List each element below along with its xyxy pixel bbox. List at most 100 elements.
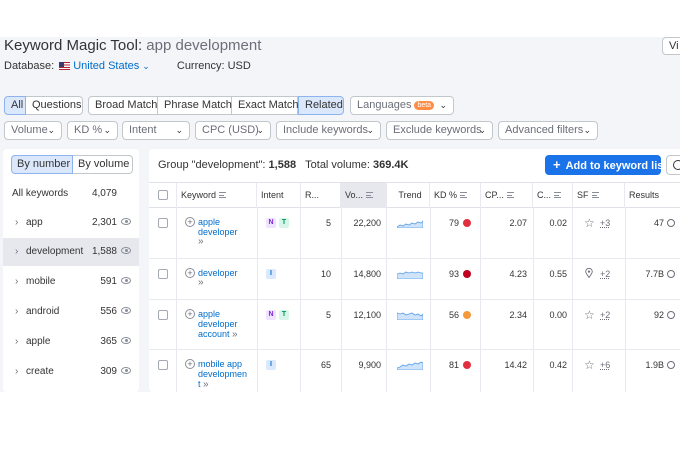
select-all-checkbox[interactable]: [158, 190, 168, 200]
tab-exact-match[interactable]: Exact Match: [232, 96, 299, 115]
com-cell: [533, 350, 573, 392]
col-results[interactable]: Results: [625, 183, 680, 208]
intent-filter[interactable]: Intent ⌄: [122, 121, 190, 140]
col-results-label: Results: [629, 190, 660, 200]
eye-icon[interactable]: [121, 367, 131, 374]
keyword-link[interactable]: + mobile app developmen t »: [185, 359, 255, 390]
tab-questions[interactable]: Questions: [26, 96, 83, 115]
col-c-label: C...: [537, 190, 552, 200]
competition-value: 0.42: [549, 360, 567, 370]
star-icon[interactable]: ☆: [584, 358, 595, 372]
kd-number: 56: [448, 310, 459, 320]
keyword-link[interactable]: + developer »: [185, 268, 255, 288]
double-chevron-icon[interactable]: »: [198, 237, 255, 247]
chevron-down-icon: ⌄: [175, 125, 183, 135]
sf-count[interactable]: +2: [600, 269, 610, 279]
eye-icon[interactable]: [121, 218, 131, 225]
sf-count[interactable]: +6: [600, 360, 610, 370]
view-button[interactable]: Vi: [662, 37, 680, 55]
all-keywords-row[interactable]: All keywords 4,079: [3, 184, 139, 204]
star-icon[interactable]: ☆: [584, 216, 595, 230]
col-sf[interactable]: SF: [573, 183, 625, 208]
group-count: 309: [100, 366, 117, 377]
sf-count[interactable]: +2: [600, 310, 610, 320]
search-icon[interactable]: [667, 361, 675, 369]
results-value: 7.7B: [625, 269, 675, 279]
add-circle-icon[interactable]: +: [185, 217, 195, 227]
col-keyword[interactable]: Keyword: [177, 183, 257, 208]
tab-broad-match[interactable]: Broad Match: [88, 96, 158, 115]
add-button-label: Add to keyword list: [565, 160, 668, 172]
group-item[interactable]: › apple 365: [3, 328, 139, 356]
eye-icon[interactable]: [121, 337, 131, 344]
group-label: app: [26, 217, 43, 228]
group-item[interactable]: › android 556: [3, 298, 139, 326]
competition-value: 0.55: [549, 269, 567, 279]
chevron-down-icon[interactable]: ⌄: [142, 61, 150, 71]
add-to-keyword-list-button[interactable]: + Add to keyword list: [545, 155, 667, 175]
intent-badge: I: [266, 360, 276, 370]
refresh-button[interactable]: [666, 155, 680, 175]
col-kd[interactable]: KD %: [430, 183, 481, 208]
results-number: 1.9B: [645, 360, 664, 370]
group-item[interactable]: › mobile 591: [3, 268, 139, 296]
double-chevron-icon[interactable]: »: [203, 379, 209, 390]
tab-phrase-match[interactable]: Phrase Match: [158, 96, 232, 115]
chevron-right-icon[interactable]: ›: [15, 306, 18, 317]
cell-divider: [625, 259, 626, 299]
table-row: + mobile app developmen t » I 65 9,900 8…: [149, 350, 680, 392]
add-circle-icon[interactable]: +: [185, 359, 195, 369]
col-intent-label: Intent: [261, 190, 284, 200]
results-value: 1.9B: [625, 360, 675, 370]
seed-keyword: app development: [146, 37, 262, 54]
volume-filter[interactable]: Volume ⌄: [4, 121, 62, 140]
tab-all[interactable]: All: [4, 96, 26, 115]
tab-by-number[interactable]: By number: [11, 155, 73, 174]
cell-divider: [625, 208, 626, 258]
kd-dot: [463, 311, 471, 319]
database-selector[interactable]: United States: [73, 60, 139, 72]
col-volume[interactable]: Vo...: [341, 183, 387, 208]
exclude-keywords-filter[interactable]: Exclude keywords ⌄: [386, 121, 493, 140]
languages-label: Languages: [357, 99, 412, 111]
group-item-selected[interactable]: › development 1,588: [3, 238, 139, 266]
tab-related[interactable]: Related: [298, 96, 344, 115]
kd-dot: [463, 361, 471, 369]
languages-dropdown[interactable]: Languages beta ⌄: [350, 96, 454, 115]
keyword-link[interactable]: + apple developer »: [185, 217, 255, 247]
col-intent[interactable]: Intent: [257, 183, 301, 208]
competition-value: 0.00: [549, 310, 567, 320]
eye-icon[interactable]: [121, 307, 131, 314]
cpc-filter[interactable]: CPC (USD) ⌄: [195, 121, 271, 140]
double-chevron-icon[interactable]: »: [198, 278, 255, 288]
add-circle-icon[interactable]: +: [185, 268, 195, 278]
keyword-text: mobile app: [198, 359, 243, 369]
competition-value: 0.02: [549, 218, 567, 228]
col-trend[interactable]: Trend: [387, 183, 430, 208]
star-icon[interactable]: ☆: [584, 308, 595, 322]
search-icon[interactable]: [667, 311, 675, 319]
col-competition[interactable]: C...: [533, 183, 573, 208]
tab-by-volume[interactable]: By volume: [73, 155, 133, 174]
chevron-right-icon[interactable]: ›: [15, 246, 18, 257]
chevron-right-icon[interactable]: ›: [15, 366, 18, 377]
col-cpc[interactable]: CP...: [481, 183, 533, 208]
chevron-right-icon[interactable]: ›: [15, 217, 18, 228]
include-keywords-filter[interactable]: Include keywords ⌄: [276, 121, 381, 140]
chevron-right-icon[interactable]: ›: [15, 276, 18, 287]
keyword-link[interactable]: + apple developer account »: [185, 309, 255, 340]
kd-filter[interactable]: KD % ⌄: [67, 121, 118, 140]
col-results-r[interactable]: R...: [301, 183, 341, 208]
group-item[interactable]: › app 2,301: [3, 209, 139, 237]
eye-icon[interactable]: [121, 277, 131, 284]
chevron-right-icon[interactable]: ›: [15, 336, 18, 347]
double-chevron-icon[interactable]: »: [232, 329, 238, 340]
search-icon[interactable]: [667, 270, 675, 278]
eye-icon[interactable]: [121, 247, 131, 254]
sf-count[interactable]: +3: [600, 218, 610, 228]
map-pin-icon[interactable]: [585, 268, 593, 278]
add-circle-icon[interactable]: +: [185, 309, 195, 319]
search-icon[interactable]: [667, 219, 675, 227]
advanced-filters[interactable]: Advanced filters ⌄: [498, 121, 598, 140]
group-item[interactable]: › create 309: [3, 358, 139, 386]
